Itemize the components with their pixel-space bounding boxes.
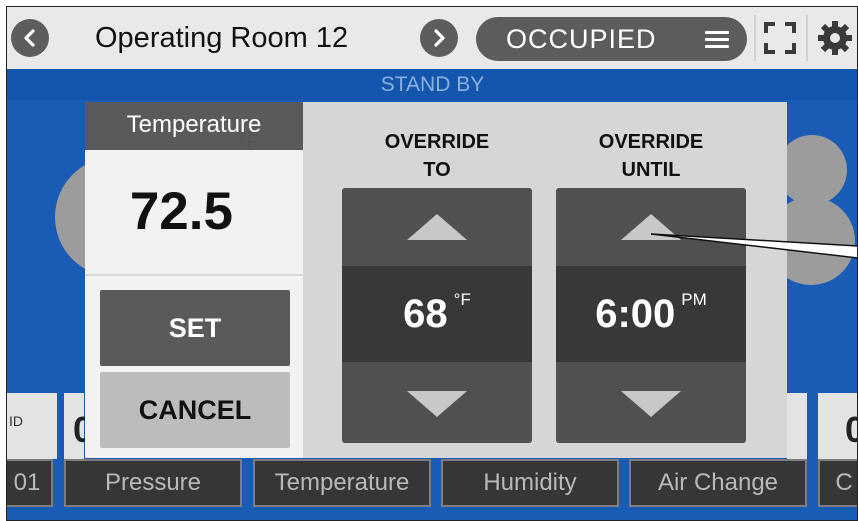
side-card-value: 0 xyxy=(845,409,858,450)
tile-humidity[interactable]: Humidity xyxy=(441,459,619,507)
override-to-spinner: 68 °F xyxy=(342,188,532,443)
tile-partial[interactable]: C xyxy=(818,459,858,507)
chevron-right-icon xyxy=(434,29,445,47)
override-to-increase-button[interactable] xyxy=(342,188,532,266)
cancel-button[interactable]: CANCEL xyxy=(100,372,290,448)
override-to-decrease-button[interactable] xyxy=(342,365,532,443)
divider xyxy=(806,15,808,61)
current-temperature-panel: Temperature 72.5 °F SET CANCEL xyxy=(85,102,303,458)
tile-temperature[interactable]: Temperature xyxy=(253,459,431,507)
hamburger-menu-icon xyxy=(705,31,729,48)
triangle-up-icon xyxy=(407,214,467,240)
prev-room-button[interactable] xyxy=(11,19,49,57)
occupancy-status-label: OCCUPIED xyxy=(506,24,657,54)
tile-partial[interactable]: 01 xyxy=(7,459,53,507)
override-to-label: OVERRIDE TO xyxy=(384,131,490,181)
triangle-down-icon xyxy=(621,391,681,417)
current-temperature: 72.5 °F xyxy=(85,132,303,274)
override-until-decrease-button[interactable] xyxy=(556,365,746,443)
side-card-left: ID xyxy=(7,393,57,459)
temperature-override-dialog: Temperature 72.5 °F SET CANCEL OVERRIDE T… xyxy=(85,102,787,458)
override-until-label: OVERRIDE UNTIL xyxy=(598,131,704,181)
gear-icon[interactable] xyxy=(816,19,854,57)
set-button[interactable]: SET xyxy=(100,290,290,366)
override-until-increase-button[interactable] xyxy=(556,188,746,266)
temperature-tab[interactable]: Temperature xyxy=(85,102,303,150)
triangle-down-icon xyxy=(407,391,467,417)
top-bar: Operating Room 12 OCCUPIED xyxy=(7,7,858,69)
override-until-value: 6:00 PM xyxy=(556,266,746,362)
standby-banner: STAND BY xyxy=(7,69,858,100)
divider xyxy=(754,15,756,61)
tile-pressure[interactable]: Pressure xyxy=(64,459,242,507)
fullscreen-icon[interactable] xyxy=(763,21,797,55)
chevron-left-icon xyxy=(24,29,35,47)
occupancy-status-button[interactable]: OCCUPIED xyxy=(476,17,747,61)
background-dial xyxy=(777,135,847,205)
thermostat-screen: Operating Room 12 OCCUPIED STAND BY ID 0… xyxy=(7,7,858,521)
next-room-button[interactable] xyxy=(420,19,458,57)
divider xyxy=(85,274,303,276)
override-to-value: 68 °F xyxy=(342,266,532,362)
current-temperature-unit: °F xyxy=(238,132,259,153)
override-until-spinner: 6:00 PM xyxy=(556,188,746,443)
side-card-label: ID xyxy=(9,413,23,429)
tile-air-change[interactable]: Air Change xyxy=(629,459,807,507)
current-temperature-value: 72.5 xyxy=(129,182,233,241)
room-title: Operating Room 12 xyxy=(95,22,349,54)
triangle-up-icon xyxy=(621,214,681,240)
side-card xyxy=(787,393,807,459)
